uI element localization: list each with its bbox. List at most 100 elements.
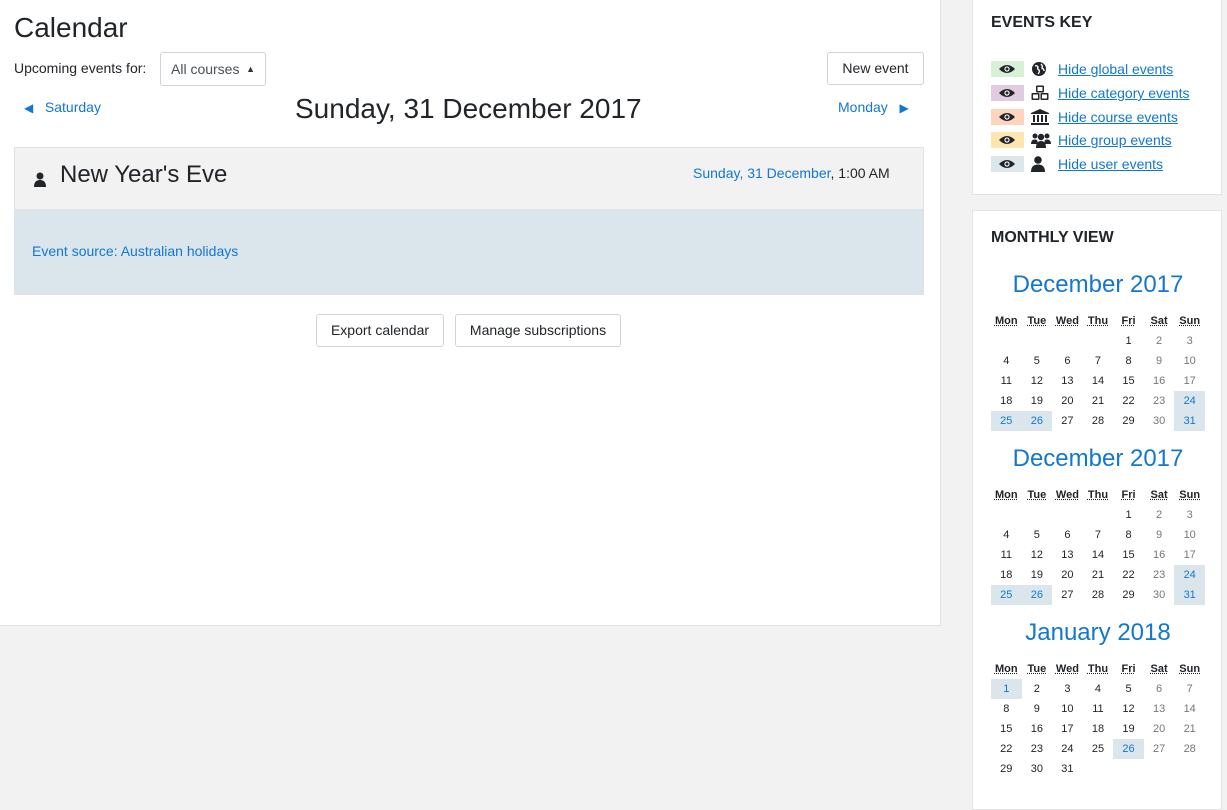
calendar-day[interactable]: 29 [1113,411,1144,431]
previous-day-link[interactable]: ◀ Saturday [24,99,101,115]
calendar-day[interactable]: 4 [991,525,1022,545]
calendar-day[interactable]: 12 [1113,699,1144,719]
calendar-day[interactable]: 20 [1052,391,1083,411]
calendar-day[interactable]: 25 [991,411,1022,431]
calendar-day[interactable]: 27 [1052,411,1083,431]
calendar-day[interactable]: 8 [1113,351,1144,371]
calendar-day[interactable]: 21 [1083,565,1114,585]
calendar-day[interactable]: 2 [1022,679,1053,699]
manage-subscriptions-button[interactable]: Manage subscriptions [455,314,621,347]
calendar-day[interactable]: 21 [1174,719,1205,739]
calendar-day[interactable]: 11 [991,371,1022,391]
calendar-day[interactable]: 31 [1174,585,1205,605]
calendar-day[interactable]: 6 [1052,351,1083,371]
calendar-day[interactable]: 4 [1083,679,1114,699]
calendar-day[interactable]: 5 [1113,679,1144,699]
calendar-day[interactable]: 7 [1174,679,1205,699]
calendar-day[interactable]: 3 [1174,505,1205,525]
calendar-day[interactable]: 25 [1083,739,1114,759]
calendar-day[interactable]: 29 [1113,585,1144,605]
calendar-day[interactable]: 10 [1174,351,1205,371]
calendar-day[interactable]: 26 [1113,739,1144,759]
calendar-day[interactable]: 16 [1144,545,1175,565]
eye-icon[interactable] [991,132,1024,148]
next-day-link[interactable]: Monday ▶ [838,99,909,115]
calendar-day[interactable]: 13 [1052,545,1083,565]
calendar-day[interactable]: 1 [1113,331,1144,351]
calendar-day[interactable]: 9 [1144,525,1175,545]
calendar-day[interactable]: 18 [991,391,1022,411]
calendar-day[interactable]: 23 [1144,565,1175,585]
calendar-day[interactable]: 30 [1144,585,1175,605]
calendar-day[interactable]: 23 [1144,391,1175,411]
calendar-day[interactable]: 23 [1022,739,1053,759]
calendar-day[interactable]: 25 [991,585,1022,605]
calendar-day[interactable]: 13 [1052,371,1083,391]
calendar-day[interactable]: 29 [991,759,1022,779]
calendar-day[interactable]: 8 [991,699,1022,719]
calendar-day[interactable]: 6 [1144,679,1175,699]
calendar-day[interactable]: 9 [1022,699,1053,719]
calendar-day[interactable]: 24 [1174,391,1205,411]
hide-events-link[interactable]: Hide group events [1058,132,1172,148]
calendar-day[interactable]: 21 [1083,391,1114,411]
calendar-day[interactable]: 24 [1174,565,1205,585]
event-date-link[interactable]: Sunday, 31 December [693,165,831,181]
calendar-day[interactable]: 3 [1052,679,1083,699]
calendar-day[interactable]: 10 [1174,525,1205,545]
calendar-day[interactable]: 16 [1022,719,1053,739]
calendar-day[interactable]: 19 [1022,391,1053,411]
new-event-button[interactable]: New event [827,52,924,85]
calendar-day[interactable]: 7 [1083,351,1114,371]
hide-events-link[interactable]: Hide course events [1058,109,1178,125]
calendar-day[interactable]: 7 [1083,525,1114,545]
calendar-day[interactable]: 27 [1144,739,1175,759]
calendar-day[interactable]: 28 [1083,585,1114,605]
month-title-link[interactable]: January 2018 [991,619,1205,647]
calendar-day[interactable]: 1 [1113,505,1144,525]
calendar-day[interactable]: 31 [1174,411,1205,431]
calendar-day[interactable]: 19 [1113,719,1144,739]
calendar-day[interactable]: 18 [991,565,1022,585]
calendar-day[interactable]: 22 [991,739,1022,759]
calendar-day[interactable]: 12 [1022,545,1053,565]
calendar-day[interactable]: 30 [1022,759,1053,779]
calendar-day[interactable]: 8 [1113,525,1144,545]
hide-events-link[interactable]: Hide user events [1058,156,1163,172]
calendar-day[interactable]: 5 [1022,525,1053,545]
hide-events-link[interactable]: Hide global events [1058,61,1173,77]
export-calendar-button[interactable]: Export calendar [316,314,444,347]
calendar-day[interactable]: 1 [991,679,1022,699]
event-source-link[interactable]: Event source: Australian holidays [32,243,238,259]
calendar-day[interactable]: 12 [1022,371,1053,391]
calendar-day[interactable]: 17 [1052,719,1083,739]
calendar-day[interactable]: 28 [1083,411,1114,431]
calendar-day[interactable]: 19 [1022,565,1053,585]
calendar-day[interactable]: 4 [991,351,1022,371]
calendar-day[interactable]: 15 [1113,545,1144,565]
calendar-day[interactable]: 14 [1174,699,1205,719]
calendar-day[interactable]: 20 [1144,719,1175,739]
calendar-day[interactable]: 22 [1113,391,1144,411]
calendar-day[interactable]: 6 [1052,525,1083,545]
calendar-day[interactable]: 9 [1144,351,1175,371]
calendar-day[interactable]: 18 [1083,719,1114,739]
calendar-day[interactable]: 5 [1022,351,1053,371]
eye-icon[interactable] [991,156,1024,172]
calendar-day[interactable]: 11 [1083,699,1114,719]
calendar-day[interactable]: 14 [1083,371,1114,391]
calendar-day[interactable]: 15 [1113,371,1144,391]
calendar-day[interactable]: 16 [1144,371,1175,391]
calendar-day[interactable]: 10 [1052,699,1083,719]
calendar-day[interactable]: 20 [1052,565,1083,585]
calendar-day[interactable]: 24 [1052,739,1083,759]
calendar-day[interactable]: 17 [1174,545,1205,565]
calendar-day[interactable]: 26 [1022,411,1053,431]
course-select[interactable]: All courses ▲ [160,52,266,86]
calendar-day[interactable]: 11 [991,545,1022,565]
calendar-day[interactable]: 13 [1144,699,1175,719]
calendar-day[interactable]: 30 [1144,411,1175,431]
month-title-link[interactable]: December 2017 [991,271,1205,299]
calendar-day[interactable]: 26 [1022,585,1053,605]
calendar-day[interactable]: 31 [1052,759,1083,779]
